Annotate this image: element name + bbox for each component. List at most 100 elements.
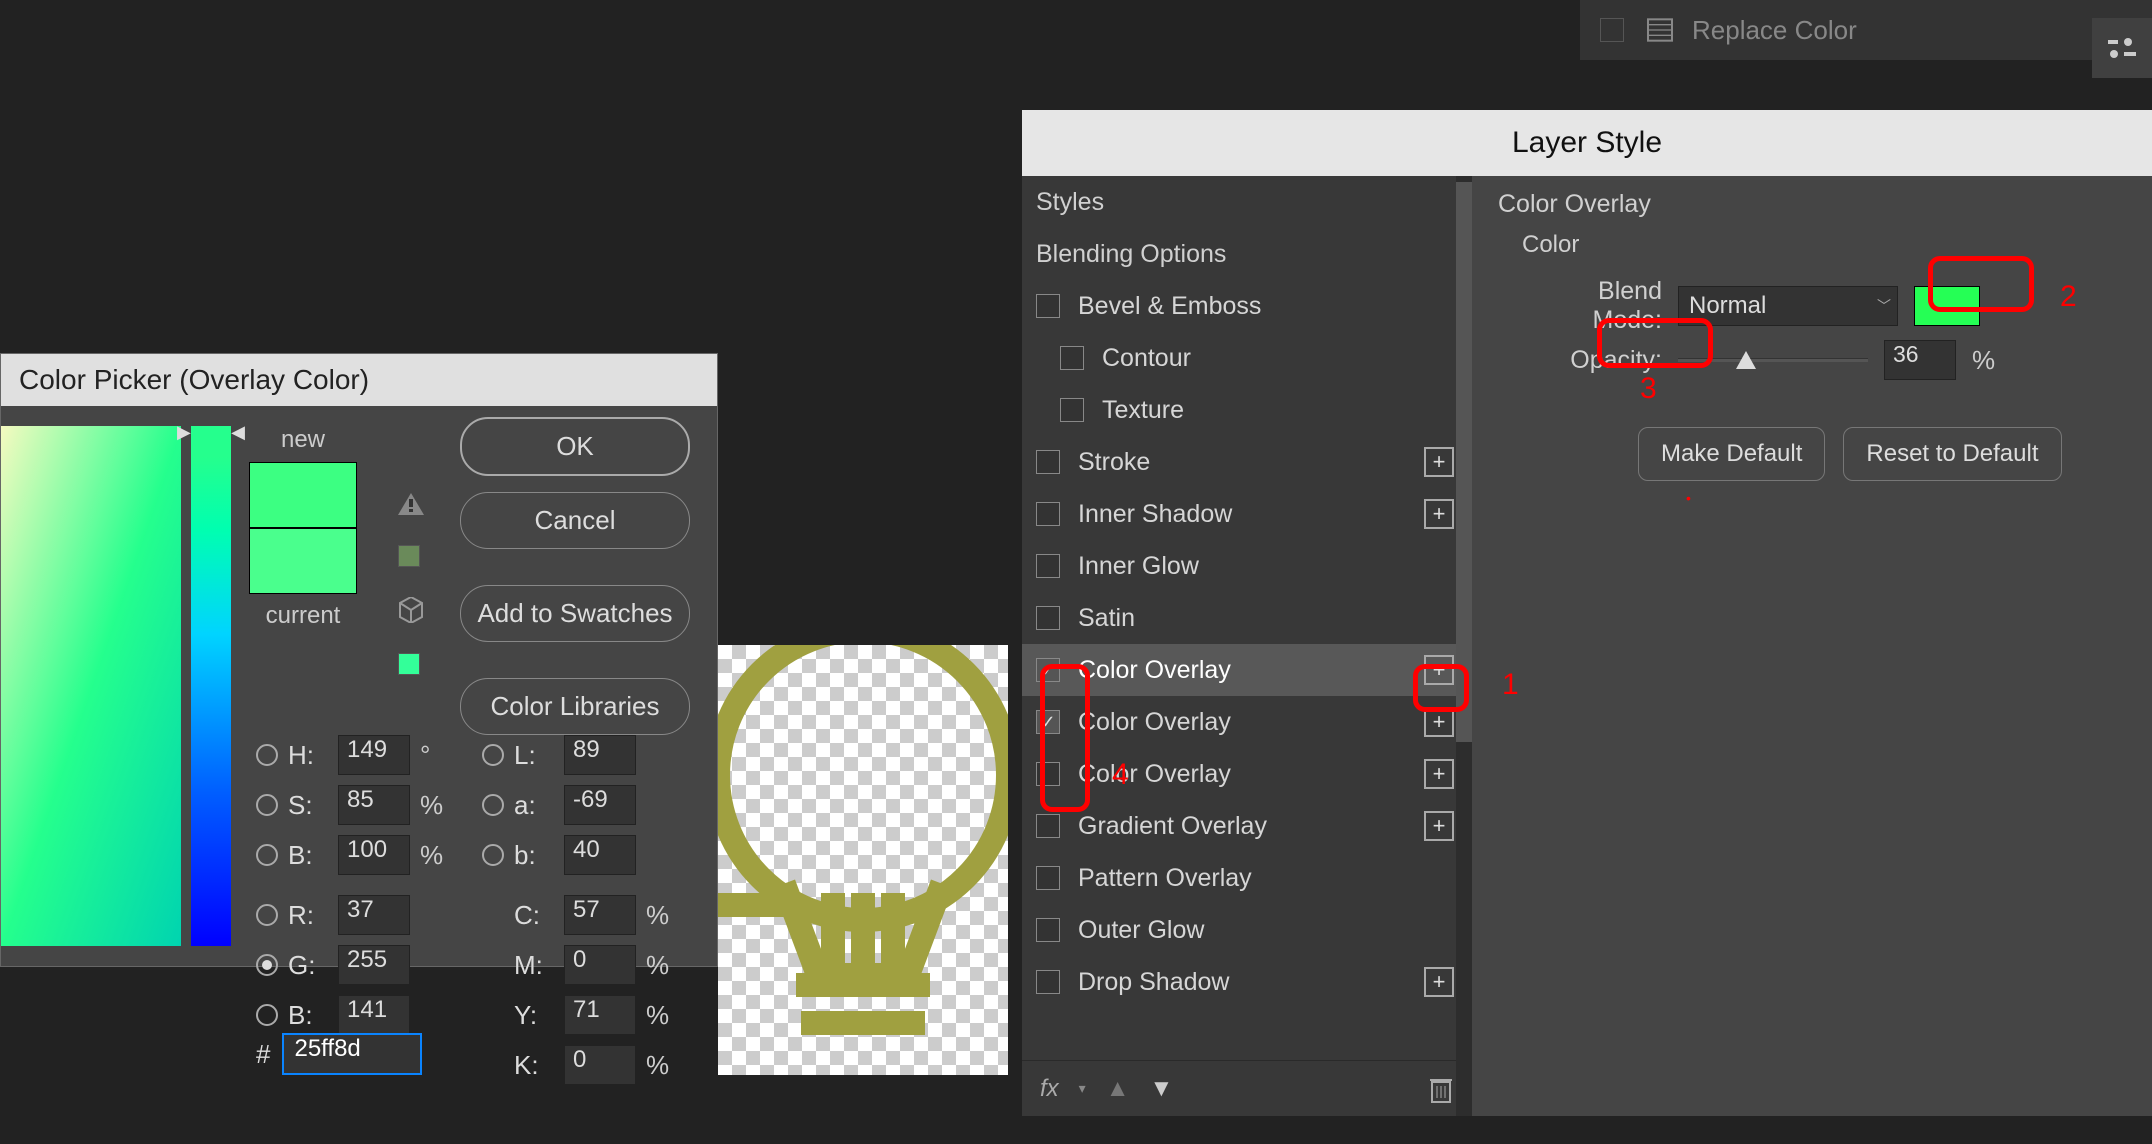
gradient-overlay-checkbox[interactable] (1036, 814, 1060, 838)
satin-checkbox[interactable] (1036, 606, 1060, 630)
lab-b-radio[interactable] (482, 844, 504, 866)
reset-default-button[interactable]: Reset to Default (1843, 427, 2061, 481)
effects-scrollbar[interactable] (1456, 176, 1472, 1116)
color-overlay-1-checkbox[interactable]: ✓ (1036, 658, 1060, 682)
add-coloroverlay3-icon[interactable]: + (1424, 759, 1454, 789)
effects-list: Styles Blending Options Bevel & Emboss C… (1022, 176, 1472, 1116)
new-color-swatch[interactable] (249, 462, 357, 528)
drop-shadow-checkbox[interactable] (1036, 970, 1060, 994)
replace-color-icon (1644, 12, 1680, 48)
s-radio[interactable] (256, 794, 278, 816)
lab-b-input[interactable]: 40 (564, 835, 636, 875)
color-overlay-1-row[interactable]: ✓Color Overlay+ (1022, 644, 1472, 696)
r-radio[interactable] (256, 904, 278, 926)
texture-checkbox[interactable] (1060, 398, 1084, 422)
outer-glow-row[interactable]: Outer Glow (1022, 904, 1472, 956)
color-overlay-3-row[interactable]: Color Overlay+ (1022, 748, 1472, 800)
color-warnings (398, 493, 424, 675)
k-input[interactable]: 0 (564, 1045, 636, 1085)
l-input[interactable]: 89 (564, 735, 636, 775)
a-radio[interactable] (482, 794, 504, 816)
make-default-button[interactable]: Make Default (1638, 427, 1825, 481)
websafe-color[interactable] (398, 653, 420, 675)
rgb-b-input[interactable]: 141 (338, 995, 410, 1035)
color-overlay-3-checkbox[interactable] (1036, 762, 1060, 786)
color-section-label: Color (1522, 231, 2152, 259)
move-up-icon[interactable]: ▲ (1106, 1075, 1130, 1103)
cancel-button[interactable]: Cancel (460, 492, 690, 549)
texture-row[interactable]: Texture (1022, 384, 1472, 436)
stroke-row[interactable]: Stroke+ (1022, 436, 1472, 488)
hue-slider[interactable]: ▶◀ (191, 426, 231, 946)
outer-glow-checkbox[interactable] (1036, 918, 1060, 942)
s-input[interactable]: 85 (338, 785, 410, 825)
fx-menu[interactable]: fx (1040, 1075, 1059, 1103)
saturation-brightness-field[interactable] (1, 426, 181, 946)
trash-icon[interactable] (1428, 1074, 1454, 1104)
canvas-preview (718, 645, 1008, 1075)
gamut-warning-icon[interactable] (398, 493, 424, 515)
annotation-number-2: 2 (2060, 280, 2077, 314)
visibility-checkbox[interactable] (1600, 18, 1624, 42)
layer-style-title: Layer Style (1022, 110, 2152, 176)
stroke-checkbox[interactable] (1036, 450, 1060, 474)
inner-glow-row[interactable]: Inner Glow (1022, 540, 1472, 592)
g-input[interactable]: 255 (338, 945, 410, 985)
hsb-b-input[interactable]: 100 (338, 835, 410, 875)
color-overlay-2-checkbox[interactable]: ✓ (1036, 710, 1060, 734)
drop-shadow-row[interactable]: Drop Shadow+ (1022, 956, 1472, 1008)
color-libraries-button[interactable]: Color Libraries (460, 678, 690, 735)
hex-input[interactable]: 25ff8d (282, 1033, 422, 1075)
rgb-b-radio[interactable] (256, 1004, 278, 1026)
add-swatches-button[interactable]: Add to Swatches (460, 585, 690, 642)
hex-row: # 25ff8d (256, 1033, 422, 1075)
inner-shadow-row[interactable]: Inner Shadow+ (1022, 488, 1472, 540)
overlay-color-swatch[interactable] (1914, 286, 1980, 326)
blending-options[interactable]: Blending Options (1022, 228, 1472, 280)
satin-row[interactable]: Satin (1022, 592, 1472, 644)
m-input[interactable]: 0 (564, 945, 636, 985)
websafe-icon[interactable] (398, 597, 424, 623)
styles-header[interactable]: Styles (1022, 176, 1472, 228)
bevel-checkbox[interactable] (1036, 294, 1060, 318)
a-input[interactable]: -69 (564, 785, 636, 825)
color-picker-title: Color Picker (Overlay Color) (1, 354, 717, 406)
y-input[interactable]: 71 (564, 995, 636, 1035)
gamut-color[interactable] (398, 545, 420, 567)
pattern-overlay-checkbox[interactable] (1036, 866, 1060, 890)
contour-checkbox[interactable] (1060, 346, 1084, 370)
move-down-icon[interactable]: ▼ (1149, 1075, 1173, 1103)
inner-shadow-checkbox[interactable] (1036, 502, 1060, 526)
annotation-number-4: 4 (1112, 758, 1129, 792)
h-radio[interactable] (256, 744, 278, 766)
color-overlay-2-row[interactable]: ✓Color Overlay+ (1022, 696, 1472, 748)
l-radio[interactable] (482, 744, 504, 766)
opacity-slider[interactable] (1678, 358, 1868, 362)
ok-button[interactable]: OK (460, 417, 690, 476)
h-input[interactable]: 149 (338, 735, 410, 775)
history-panel-row: Replace Color (1580, 0, 2152, 60)
add-coloroverlay-icon[interactable]: + (1424, 655, 1454, 685)
add-coloroverlay2-icon[interactable]: + (1424, 707, 1454, 737)
g-radio[interactable] (256, 954, 278, 976)
add-gradoverlay-icon[interactable]: + (1424, 811, 1454, 841)
opacity-input[interactable]: 36 (1884, 340, 1956, 380)
bevel-emboss-row[interactable]: Bevel & Emboss (1022, 280, 1472, 332)
panel-options-button[interactable] (2092, 18, 2152, 78)
history-label: Replace Color (1692, 15, 1857, 46)
annotation-dot: • (1686, 490, 1691, 506)
blend-mode-select[interactable]: Normal﹀ (1678, 286, 1898, 326)
blend-mode-label: Blend Mode: (1522, 277, 1662, 335)
add-innershadow-icon[interactable]: + (1424, 499, 1454, 529)
pattern-overlay-row[interactable]: Pattern Overlay (1022, 852, 1472, 904)
add-stroke-icon[interactable]: + (1424, 447, 1454, 477)
current-color-swatch[interactable] (249, 528, 357, 594)
inner-glow-checkbox[interactable] (1036, 554, 1060, 578)
new-label: new (281, 426, 325, 454)
c-input[interactable]: 57 (564, 895, 636, 935)
r-input[interactable]: 37 (338, 895, 410, 935)
contour-row[interactable]: Contour (1022, 332, 1472, 384)
add-dropshadow-icon[interactable]: + (1424, 967, 1454, 997)
hsb-b-radio[interactable] (256, 844, 278, 866)
gradient-overlay-row[interactable]: Gradient Overlay+ (1022, 800, 1472, 852)
